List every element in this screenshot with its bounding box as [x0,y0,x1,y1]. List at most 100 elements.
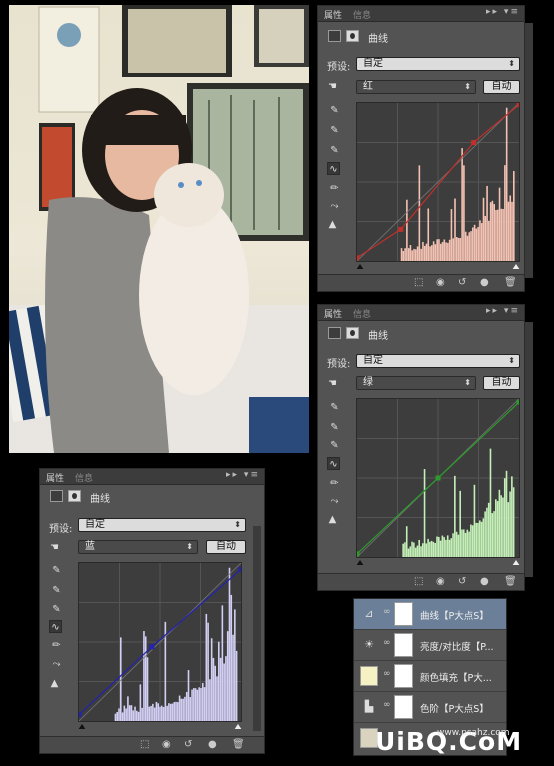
clip-to-layer-icon[interactable]: ⬚ [414,576,423,587]
auto-button[interactable]: 自动 [483,376,520,390]
histogram-bar [402,543,404,557]
pencil-icon[interactable]: ✏ [328,182,341,195]
panel-menu-icon[interactable]: ▸▸ ▾≡ [486,306,520,316]
white-eyedropper-icon[interactable]: ✎ [50,603,63,616]
smooth-icon[interactable]: ⤳ [328,200,341,213]
visibility-eye-icon[interactable]: ● [480,277,489,288]
panel-title: 曲线 [368,331,388,342]
preset-select[interactable]: 自定 ⬍ [356,57,520,71]
layer-row-curves[interactable]: ⊿ ∞ 曲线【P大点S】 [354,599,506,630]
tab-properties[interactable]: 属性 [324,307,342,320]
smooth-icon[interactable]: ⤳ [328,495,341,508]
pencil-icon[interactable]: ✏ [50,639,63,652]
view-previous-icon[interactable]: ◉ [436,277,445,288]
link-icon[interactable]: ∞ [383,700,391,710]
layer-mask-icon[interactable] [346,327,359,339]
tab-info[interactable]: 信息 [353,307,371,320]
tab-info[interactable]: 信息 [75,471,93,484]
black-eyedropper-icon[interactable]: ✎ [328,401,341,414]
visibility-eye-icon[interactable]: ● [480,576,489,587]
preset-value: 自定 [363,355,383,366]
input-slider-bar[interactable] [354,263,522,269]
gray-eyedropper-icon[interactable]: ✎ [328,421,341,434]
curve-point-tool-icon[interactable]: ∿ [327,162,340,175]
auto-button[interactable]: 自动 [483,80,520,94]
curves-graph-svg[interactable] [357,399,519,557]
layer-row-brightness[interactable]: ☀ ∞ 亮度/对比度【P... [354,630,506,661]
reset-icon[interactable]: ↺ [458,576,466,587]
curves-graph[interactable] [356,102,520,262]
white-point-slider[interactable] [512,560,520,565]
histogram-bar [496,209,499,261]
white-point-slider[interactable] [234,724,242,729]
preset-select[interactable]: 自定 ⬍ [356,354,520,368]
histogram-bar [434,543,437,557]
scrollbar[interactable] [253,526,261,731]
gray-eyedropper-icon[interactable]: ✎ [328,124,341,137]
curve-point-tool-icon[interactable]: ∿ [49,620,62,633]
white-eyedropper-icon[interactable]: ✎ [328,439,341,452]
auto-button[interactable]: 自动 [206,540,246,554]
hand-target-icon[interactable]: ☚ [326,80,339,93]
trash-icon[interactable]: 🗑 [232,739,245,750]
black-point-slider[interactable] [356,560,364,565]
link-icon[interactable]: ∞ [383,607,391,617]
panel-menu-icon[interactable]: ▸▸ ▾≡ [226,470,260,480]
visibility-eye-icon[interactable]: ● [208,739,217,750]
layer-mask-thumbnail[interactable] [394,633,413,657]
panel-menu-icon[interactable]: ▸▸ ▾≡ [486,7,520,17]
histogram-bar [468,531,470,557]
channel-select[interactable]: 红 ⬍ [356,80,476,94]
black-eyedropper-icon[interactable]: ✎ [328,104,341,117]
layer-mask-thumbnail[interactable] [394,695,413,719]
trash-icon[interactable]: 🗑 [504,576,517,587]
black-point-slider[interactable] [78,724,86,729]
histogram-bar [477,226,479,261]
clipping-warning-icon[interactable]: ▲ [326,218,339,231]
view-previous-icon[interactable]: ◉ [436,576,445,587]
layer-name: 亮度/对比度【P... [420,642,494,653]
curves-graph[interactable] [356,398,520,558]
white-point-slider[interactable] [512,264,520,269]
channel-select[interactable]: 蓝 ⬍ [78,540,198,554]
layer-mask-icon[interactable] [346,30,359,42]
preset-select[interactable]: 自定 ⬍ [78,518,246,532]
white-eyedropper-icon[interactable]: ✎ [328,144,341,157]
curve-point-tool-icon[interactable]: ∿ [327,457,340,470]
smooth-icon[interactable]: ⤳ [50,658,63,671]
input-slider-bar[interactable] [354,559,522,565]
curves-graph[interactable] [78,562,242,722]
layer-mask-thumbnail[interactable] [394,602,413,626]
hand-target-icon[interactable]: ☚ [326,377,339,390]
clip-to-layer-icon[interactable]: ⬚ [414,277,423,288]
reset-icon[interactable]: ↺ [184,739,192,750]
view-previous-icon[interactable]: ◉ [162,739,171,750]
hand-target-icon[interactable]: ☚ [48,541,61,554]
tab-properties[interactable]: 属性 [46,471,64,484]
histogram-bar [407,248,410,261]
layer-mask-icon[interactable] [68,490,81,502]
clipping-warning-icon[interactable]: ▲ [326,513,339,526]
link-icon[interactable]: ∞ [383,669,391,679]
pencil-icon[interactable]: ✏ [328,477,341,490]
scrollbar[interactable] [525,322,533,577]
histogram-bar [143,631,145,721]
reset-icon[interactable]: ↺ [458,277,466,288]
curves-graph-svg[interactable] [79,563,241,721]
layer-mask-thumbnail[interactable] [394,664,413,688]
input-slider-bar[interactable] [76,723,244,729]
gray-eyedropper-icon[interactable]: ✎ [50,584,63,597]
layer-row-levels[interactable]: ▙ ∞ 色阶【P大点S】 [354,692,506,723]
tab-properties[interactable]: 属性 [324,8,342,21]
black-point-slider[interactable] [356,264,364,269]
clip-to-layer-icon[interactable]: ⬚ [140,739,149,750]
link-icon[interactable]: ∞ [383,638,391,648]
scrollbar[interactable] [525,23,533,278]
clipping-warning-icon[interactable]: ▲ [48,677,61,690]
trash-icon[interactable]: 🗑 [504,277,517,288]
channel-select[interactable]: 绿 ⬍ [356,376,476,390]
curves-graph-svg[interactable] [357,103,519,261]
black-eyedropper-icon[interactable]: ✎ [50,564,63,577]
layer-row-color-fill[interactable]: ∞ 颜色填充【P大... [354,661,506,692]
tab-info[interactable]: 信息 [353,8,371,21]
